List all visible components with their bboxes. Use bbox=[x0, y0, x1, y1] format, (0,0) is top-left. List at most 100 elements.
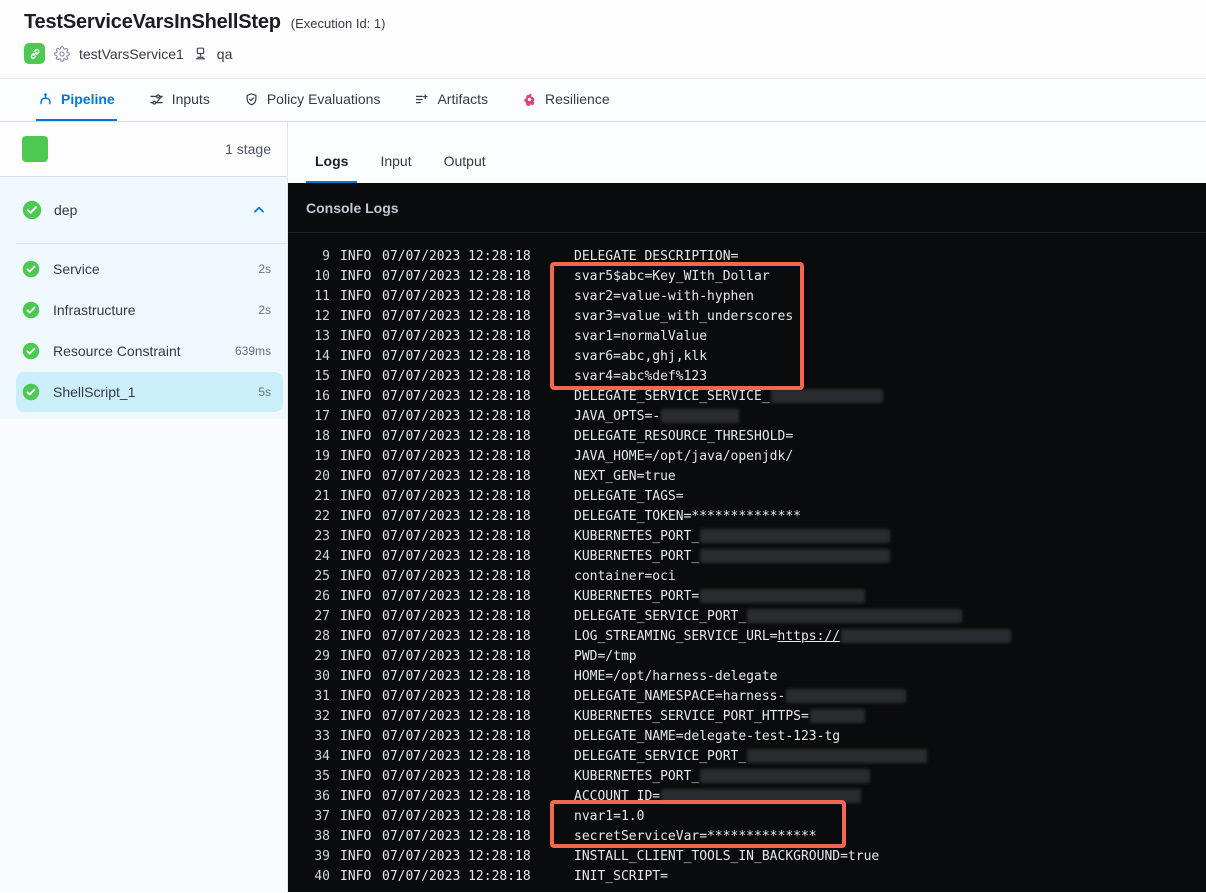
tab-logs[interactable]: Logs bbox=[306, 143, 358, 183]
log-line-number: 29 bbox=[314, 648, 330, 664]
environment-name[interactable]: qa bbox=[217, 46, 233, 62]
tab-label: Inputs bbox=[171, 91, 210, 107]
log-line-number: 21 bbox=[314, 488, 330, 504]
log-level: INFO bbox=[340, 508, 372, 524]
step-duration: 2s bbox=[258, 262, 271, 276]
pipeline-icon bbox=[38, 92, 53, 107]
log-message: ACCOUNT_ID= bbox=[574, 789, 862, 804]
log-line: 21 INFO 07/07/2023 12:28:18 DELEGATE_TAG… bbox=[306, 486, 1206, 506]
tab-policy-evaluations[interactable]: Policy Evaluations bbox=[242, 79, 383, 121]
step-duration: 639ms bbox=[234, 344, 271, 358]
log-text: svar1=normalValue bbox=[574, 328, 708, 344]
log-line-number: 10 bbox=[314, 268, 330, 284]
log-level: INFO bbox=[340, 768, 372, 784]
log-text: KUBERNETES_SERVICE_PORT_HTTPS= bbox=[574, 708, 809, 724]
log-level: INFO bbox=[340, 788, 372, 804]
log-line-number: 28 bbox=[314, 628, 330, 644]
tab-inputs[interactable]: Inputs bbox=[147, 79, 212, 121]
log-level: INFO bbox=[340, 708, 372, 724]
log-timestamp: 07/07/2023 12:28:18 bbox=[382, 248, 531, 264]
log-timestamp: 07/07/2023 12:28:18 bbox=[382, 828, 531, 844]
step-row-resource-constraint[interactable]: Resource Constraint 639ms bbox=[16, 331, 283, 371]
redacted-block bbox=[700, 549, 891, 563]
log-level: INFO bbox=[340, 428, 372, 444]
redacted-block bbox=[841, 629, 1012, 643]
log-message: container=oci bbox=[574, 569, 676, 584]
log-timestamp: 07/07/2023 12:28:18 bbox=[382, 508, 531, 524]
log-line: 14 INFO 07/07/2023 12:28:18 svar6=abc,gh… bbox=[306, 346, 1206, 366]
log-line-number: 36 bbox=[314, 788, 330, 804]
log-message: svar2=value-with-hyphen bbox=[574, 289, 754, 304]
log-text: svar5$abc=Key_WIth_Dollar bbox=[574, 268, 770, 284]
log-level: INFO bbox=[340, 588, 372, 604]
log-message: DELEGATE_TAGS= bbox=[574, 489, 684, 504]
log-level: INFO bbox=[340, 488, 372, 504]
log-level: INFO bbox=[340, 668, 372, 684]
log-line-number: 9 bbox=[322, 248, 330, 264]
log-text: JAVA_OPTS=- bbox=[574, 408, 661, 424]
log-text: DELEGATE_NAMESPACE=harness- bbox=[574, 688, 786, 704]
tab-artifacts[interactable]: Artifacts bbox=[412, 79, 490, 121]
log-line: 28 INFO 07/07/2023 12:28:18 LOG_STREAMIN… bbox=[306, 626, 1206, 646]
stage-group-dep[interactable]: dep bbox=[0, 177, 287, 243]
redacted-block bbox=[809, 709, 865, 723]
service-name[interactable]: testVarsService1 bbox=[79, 46, 184, 62]
log-line-number: 39 bbox=[314, 848, 330, 864]
log-line-number: 14 bbox=[314, 348, 330, 364]
log-line: 38 INFO 07/07/2023 12:28:18 secretServic… bbox=[306, 826, 1206, 846]
tab-pipeline[interactable]: Pipeline bbox=[36, 79, 117, 121]
log-timestamp: 07/07/2023 12:28:18 bbox=[382, 328, 531, 344]
step-row-shellscript-1[interactable]: ShellScript_1 5s bbox=[16, 372, 283, 412]
redacted-block bbox=[770, 389, 883, 403]
log-level: INFO bbox=[340, 848, 372, 864]
step-row-service[interactable]: Service 2s bbox=[16, 249, 283, 289]
inputs-icon bbox=[149, 92, 164, 107]
log-text: KUBERNETES_PORT_ bbox=[574, 528, 700, 544]
log-timestamp: 07/07/2023 12:28:18 bbox=[382, 268, 531, 284]
log-line-number: 37 bbox=[314, 808, 330, 824]
page-header: TestServiceVarsInShellStep (Execution Id… bbox=[0, 0, 1206, 79]
log-line-number: 24 bbox=[314, 548, 330, 564]
log-line-number: 13 bbox=[314, 328, 330, 344]
step-row-infrastructure[interactable]: Infrastructure 2s bbox=[16, 290, 283, 330]
log-timestamp: 07/07/2023 12:28:18 bbox=[382, 788, 531, 804]
tab-label: Pipeline bbox=[61, 91, 115, 107]
execution-id: (Execution Id: 1) bbox=[290, 16, 386, 31]
log-line-number: 30 bbox=[314, 668, 330, 684]
log-timestamp: 07/07/2023 12:28:18 bbox=[382, 708, 531, 724]
log-link[interactable]: https:// bbox=[778, 629, 841, 644]
log-timestamp: 07/07/2023 12:28:18 bbox=[382, 388, 531, 404]
log-line-number: 31 bbox=[314, 688, 330, 704]
log-line: 34 INFO 07/07/2023 12:28:18 DELEGATE_SER… bbox=[306, 746, 1206, 766]
console-log-area[interactable]: 9 INFO 07/07/2023 12:28:18 DELEGATE_DESC… bbox=[288, 233, 1206, 892]
log-lines: 9 INFO 07/07/2023 12:28:18 DELEGATE_DESC… bbox=[306, 246, 1206, 886]
stage-status-swatch[interactable] bbox=[22, 136, 48, 162]
stage-summary-row: 1 stage bbox=[0, 122, 287, 177]
log-text: KUBERNETES_PORT_ bbox=[574, 548, 700, 564]
log-message: KUBERNETES_SERVICE_PORT_HTTPS= bbox=[574, 709, 865, 724]
log-text: svar4=abc%def%123 bbox=[574, 368, 708, 384]
log-level: INFO bbox=[340, 628, 372, 644]
log-line: 31 INFO 07/07/2023 12:28:18 DELEGATE_NAM… bbox=[306, 686, 1206, 706]
log-text: DELEGATE_TOKEN=************** bbox=[574, 508, 801, 524]
log-line-number: 25 bbox=[314, 568, 330, 584]
success-check-icon bbox=[22, 342, 40, 360]
log-text: nvar1=1.0 bbox=[574, 808, 645, 824]
tab-resilience[interactable]: Resilience bbox=[520, 79, 612, 121]
log-text: DELEGATE_SERVICE_PORT_ bbox=[574, 608, 747, 624]
tab-output[interactable]: Output bbox=[435, 143, 495, 183]
success-check-icon bbox=[22, 260, 40, 278]
step-label: Infrastructure bbox=[53, 302, 136, 318]
log-line: 25 INFO 07/07/2023 12:28:18 container=oc… bbox=[306, 566, 1206, 586]
log-text: NEXT_GEN=true bbox=[574, 468, 676, 484]
log-message: HOME=/opt/harness-delegate bbox=[574, 669, 778, 684]
log-line-number: 16 bbox=[314, 388, 330, 404]
log-message: DELEGATE_RESOURCE_THRESHOLD= bbox=[574, 429, 793, 444]
tab-input[interactable]: Input bbox=[371, 143, 420, 183]
log-text: KUBERNETES_PORT_ bbox=[574, 768, 700, 784]
chevron-up-icon[interactable] bbox=[251, 202, 267, 218]
log-timestamp: 07/07/2023 12:28:18 bbox=[382, 608, 531, 624]
log-level: INFO bbox=[340, 808, 372, 824]
log-message: DELEGATE_SERVICE_PORT_ bbox=[574, 749, 928, 764]
gear-icon[interactable] bbox=[54, 45, 70, 62]
